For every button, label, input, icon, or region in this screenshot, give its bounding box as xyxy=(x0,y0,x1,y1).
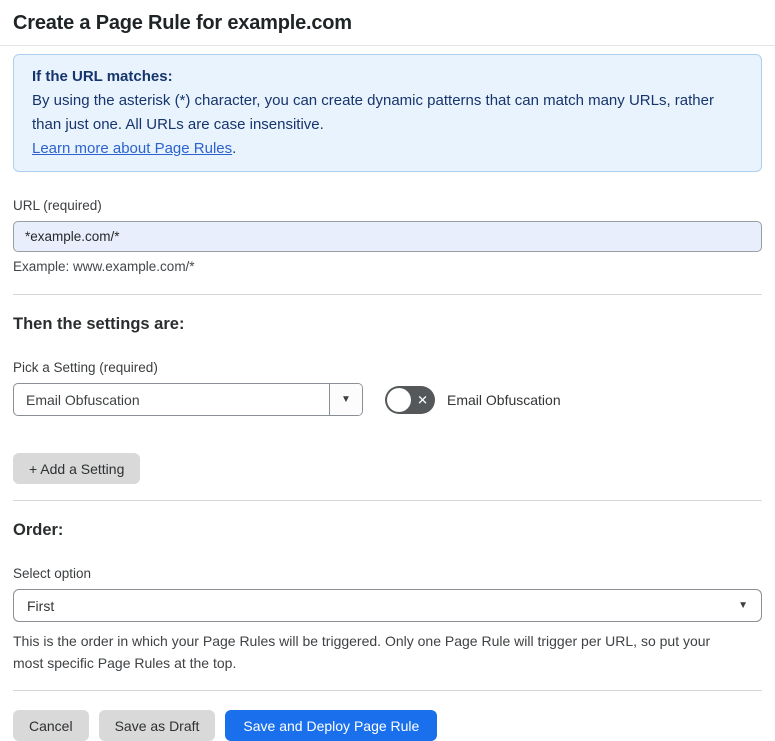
info-box-link-line: Learn more about Page Rules. xyxy=(32,137,743,161)
add-setting-button[interactable]: + Add a Setting xyxy=(13,453,141,484)
toggle-off-x-icon: ✕ xyxy=(417,392,428,407)
info-box-body: By using the asterisk (*) character, you… xyxy=(32,92,714,133)
toggle-knob xyxy=(387,387,411,412)
settings-section-heading: Then the settings are: xyxy=(13,315,185,333)
order-select-label: Select option xyxy=(13,566,92,581)
info-box-heading: If the URL matches: xyxy=(32,68,173,85)
order-select-value: First xyxy=(27,597,55,614)
footer-divider xyxy=(13,690,762,691)
order-select[interactable]: First ▼ xyxy=(13,589,762,622)
section-divider xyxy=(13,294,762,295)
url-example-helper: Example: www.example.com/* xyxy=(13,259,195,274)
section-divider xyxy=(13,500,762,501)
order-helper-text: This is the order in which your Page Rul… xyxy=(13,633,711,671)
url-field-label: URL (required) xyxy=(13,198,102,213)
learn-more-link[interactable]: Learn more about Page Rules xyxy=(32,140,232,157)
setting-row: Email Obfuscation ▼ ✕ Email Obfuscation xyxy=(13,383,762,416)
pick-setting-label: Pick a Setting (required) xyxy=(13,360,158,375)
url-input[interactable] xyxy=(13,221,762,252)
link-suffix: . xyxy=(232,140,237,157)
email-obfuscation-toggle[interactable]: ✕ xyxy=(385,385,435,414)
page-title: Create a Page Rule for example.com xyxy=(13,12,352,34)
dropdown-arrow-icon: ▼ xyxy=(341,393,351,405)
order-section-heading: Order: xyxy=(13,521,64,539)
setting-select-arrow-button[interactable]: ▼ xyxy=(329,384,362,415)
cancel-button[interactable]: Cancel xyxy=(13,710,89,741)
footer-actions: Cancel Save as Draft Save and Deploy Pag… xyxy=(13,710,762,741)
setting-select-value: Email Obfuscation xyxy=(26,391,140,408)
url-match-info-box: If the URL matches: By using the asteris… xyxy=(13,54,762,172)
setting-select[interactable]: Email Obfuscation ▼ xyxy=(13,383,363,416)
title-divider xyxy=(0,45,775,46)
dropdown-arrow-icon: ▼ xyxy=(738,599,748,611)
save-and-deploy-button[interactable]: Save and Deploy Page Rule xyxy=(225,710,438,741)
save-as-draft-button[interactable]: Save as Draft xyxy=(98,710,216,741)
toggle-label: Email Obfuscation xyxy=(447,391,561,408)
